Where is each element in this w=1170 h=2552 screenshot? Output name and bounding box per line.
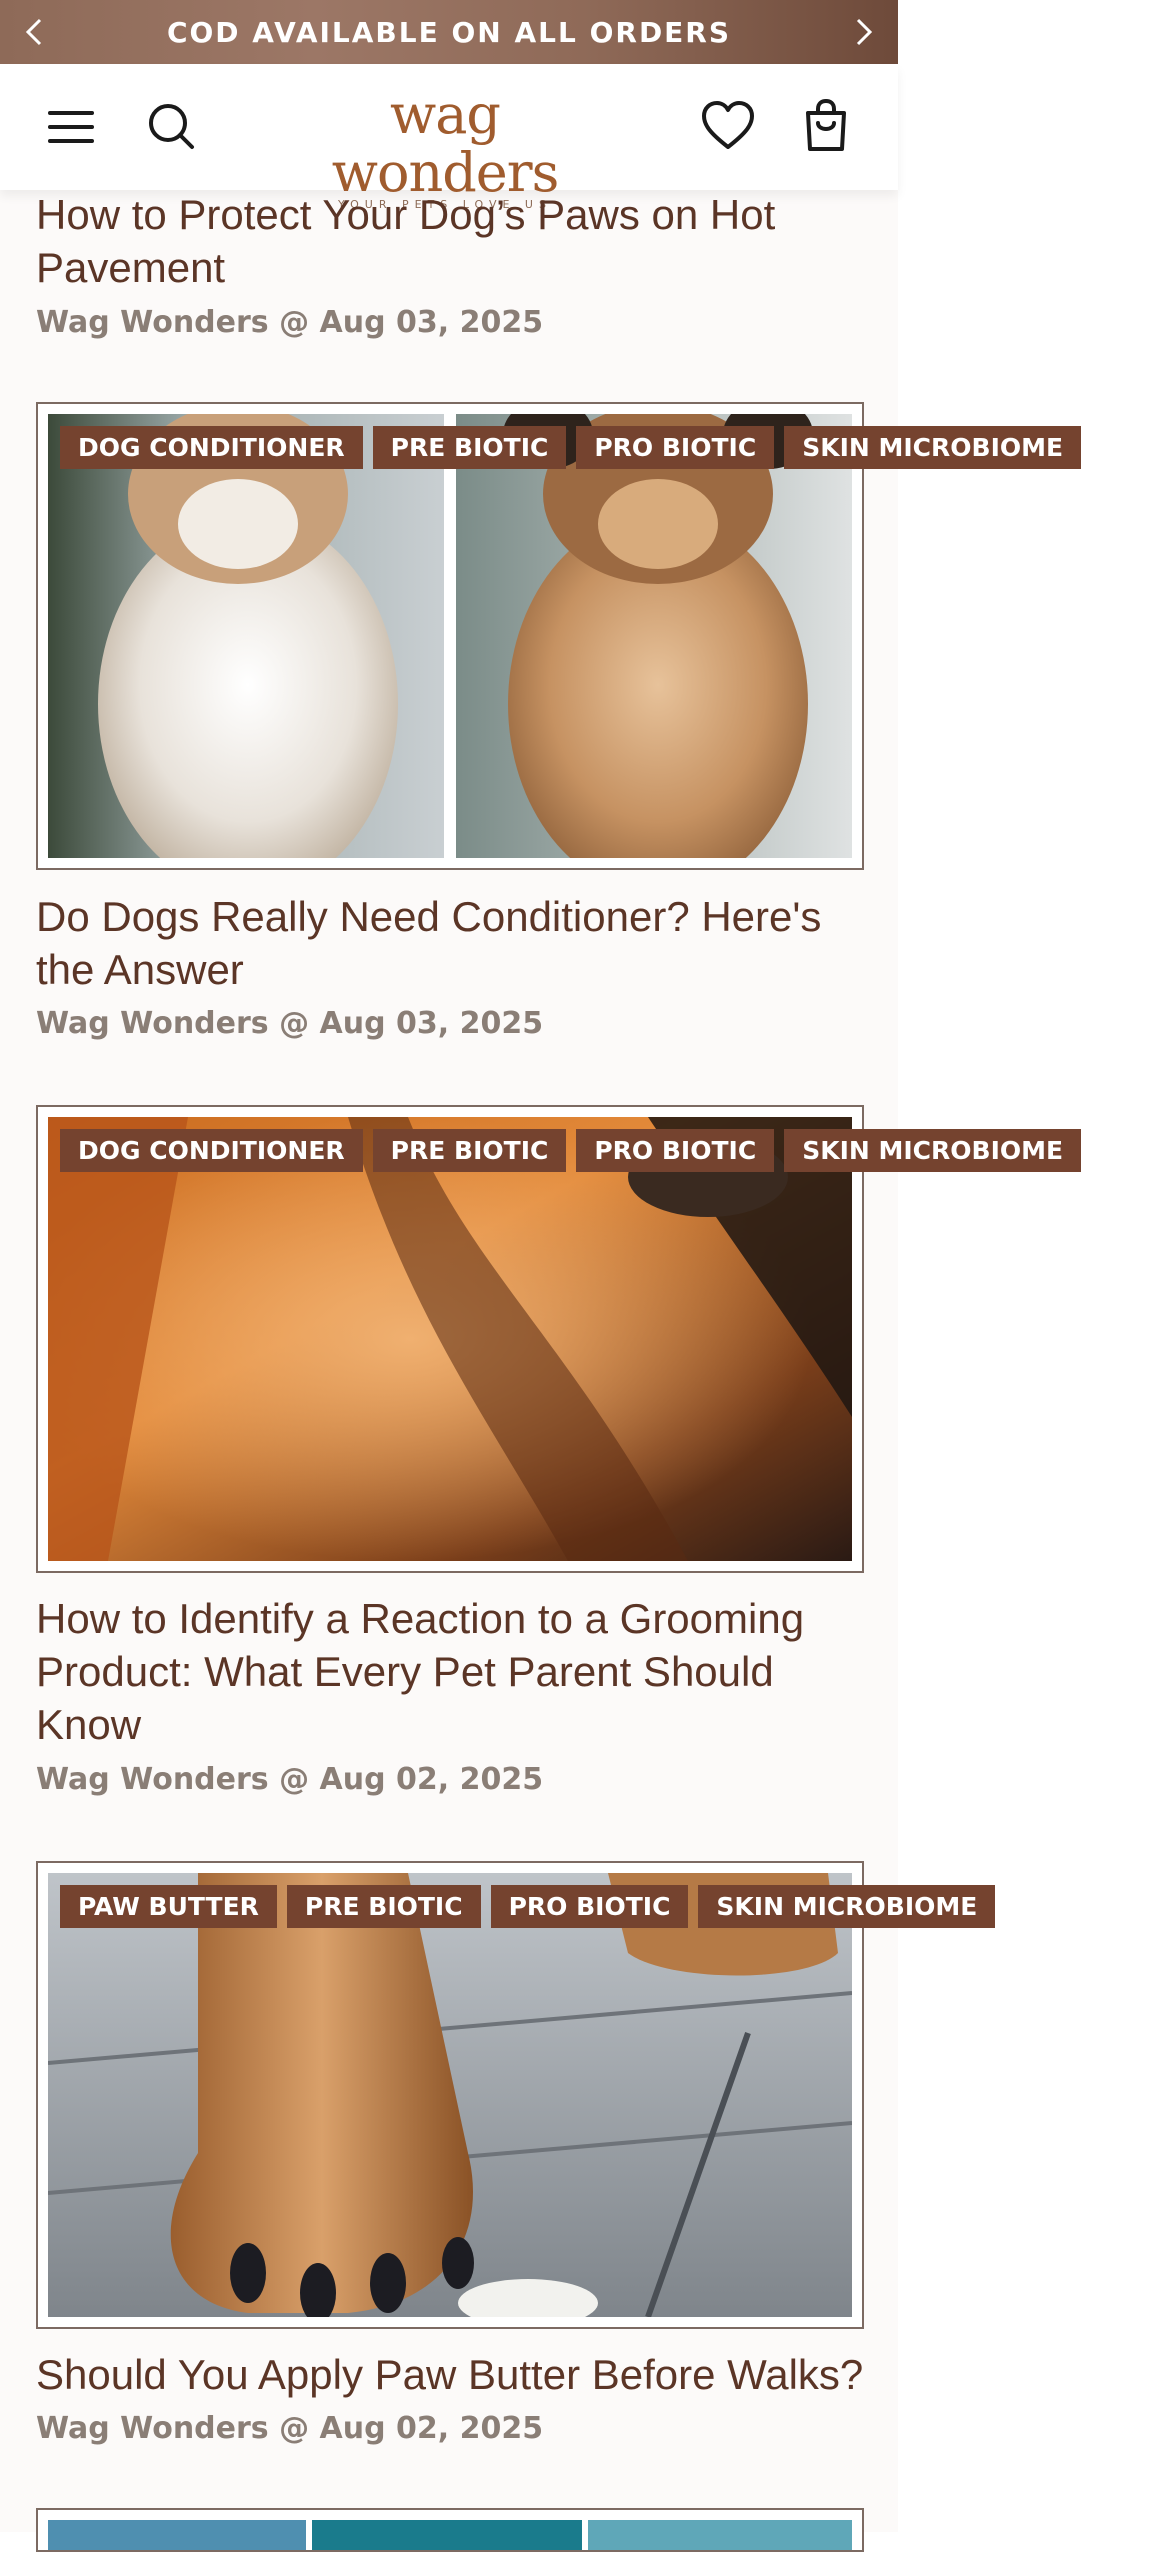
tag[interactable]: SKIN MICROBIOME xyxy=(784,1129,1082,1172)
post-meta: Wag Wonders @ Aug 02, 2025 xyxy=(36,2411,544,2446)
tag[interactable]: DOG CONDITIONER xyxy=(60,426,363,469)
blog-listing-page: COD AVAILABLE ON ALL ORDERS wag wonders … xyxy=(0,0,1082,2552)
post-meta: Wag Wonders @ Aug 03, 2025 xyxy=(36,1006,544,1041)
announcement-text: COD AVAILABLE ON ALL ORDERS xyxy=(166,15,732,49)
tag[interactable]: PRO BIOTIC xyxy=(490,1885,689,1928)
tag[interactable]: PRO BIOTIC xyxy=(576,426,775,469)
post-tags: DOG CONDITIONER PRE BIOTIC PRO BIOTIC SK… xyxy=(60,426,1082,469)
post-title[interactable]: How to Protect Your Dog’s Paws on Hot Pa… xyxy=(36,188,866,294)
shopping-bag-icon[interactable] xyxy=(796,97,856,157)
post-title[interactable]: Should You Apply Paw Butter Before Walks… xyxy=(36,2348,866,2401)
menu-icon[interactable] xyxy=(42,97,102,157)
brand-name: wag wonders xyxy=(331,83,560,204)
post-card-image[interactable] xyxy=(36,2508,864,2552)
announcement-bar: COD AVAILABLE ON ALL ORDERS xyxy=(0,0,898,64)
post-tags: PAW BUTTER PRE BIOTIC PRO BIOTIC SKIN MI… xyxy=(60,1885,996,1928)
tag[interactable]: SKIN MICROBIOME xyxy=(784,426,1082,469)
post-card-image[interactable]: DOG CONDITIONER PRE BIOTIC PRO BIOTIC SK… xyxy=(36,402,1082,870)
post-meta: Wag Wonders @ Aug 02, 2025 xyxy=(36,1762,544,1797)
chevron-right-icon[interactable] xyxy=(842,12,882,52)
post-image xyxy=(48,1873,852,2317)
post-tags: DOG CONDITIONER PRE BIOTIC PRO BIOTIC SK… xyxy=(60,1129,1082,1172)
tag[interactable]: PRE BIOTIC xyxy=(372,1129,567,1172)
tag[interactable]: PAW BUTTER xyxy=(60,1885,277,1928)
site-header: wag wonders YOUR PETS LOVE US xyxy=(0,64,898,212)
post-meta: Wag Wonders @ Aug 03, 2025 xyxy=(36,305,544,340)
tag[interactable]: PRE BIOTIC xyxy=(372,426,567,469)
heart-icon[interactable] xyxy=(698,97,758,157)
post-title[interactable]: How to Identify a Reaction to a Grooming… xyxy=(36,1592,866,1751)
post-title[interactable]: Do Dogs Really Need Conditioner? Here's … xyxy=(36,890,866,996)
post-image xyxy=(48,414,852,858)
post-image xyxy=(48,1117,852,1561)
post-card-image[interactable]: DOG CONDITIONER PRE BIOTIC PRO BIOTIC SK… xyxy=(36,1105,1082,1573)
post-card-image[interactable]: PAW BUTTER PRE BIOTIC PRO BIOTIC SKIN MI… xyxy=(36,1861,996,2329)
search-icon[interactable] xyxy=(142,97,202,157)
post-image xyxy=(48,2520,852,2550)
tag[interactable]: DOG CONDITIONER xyxy=(60,1129,363,1172)
brand-logo[interactable]: wag wonders YOUR PETS LOVE US xyxy=(270,86,620,212)
tag[interactable]: SKIN MICROBIOME xyxy=(698,1885,996,1928)
chevron-left-icon[interactable] xyxy=(16,12,56,52)
tag[interactable]: PRE BIOTIC xyxy=(286,1885,481,1928)
tag[interactable]: PRO BIOTIC xyxy=(576,1129,775,1172)
